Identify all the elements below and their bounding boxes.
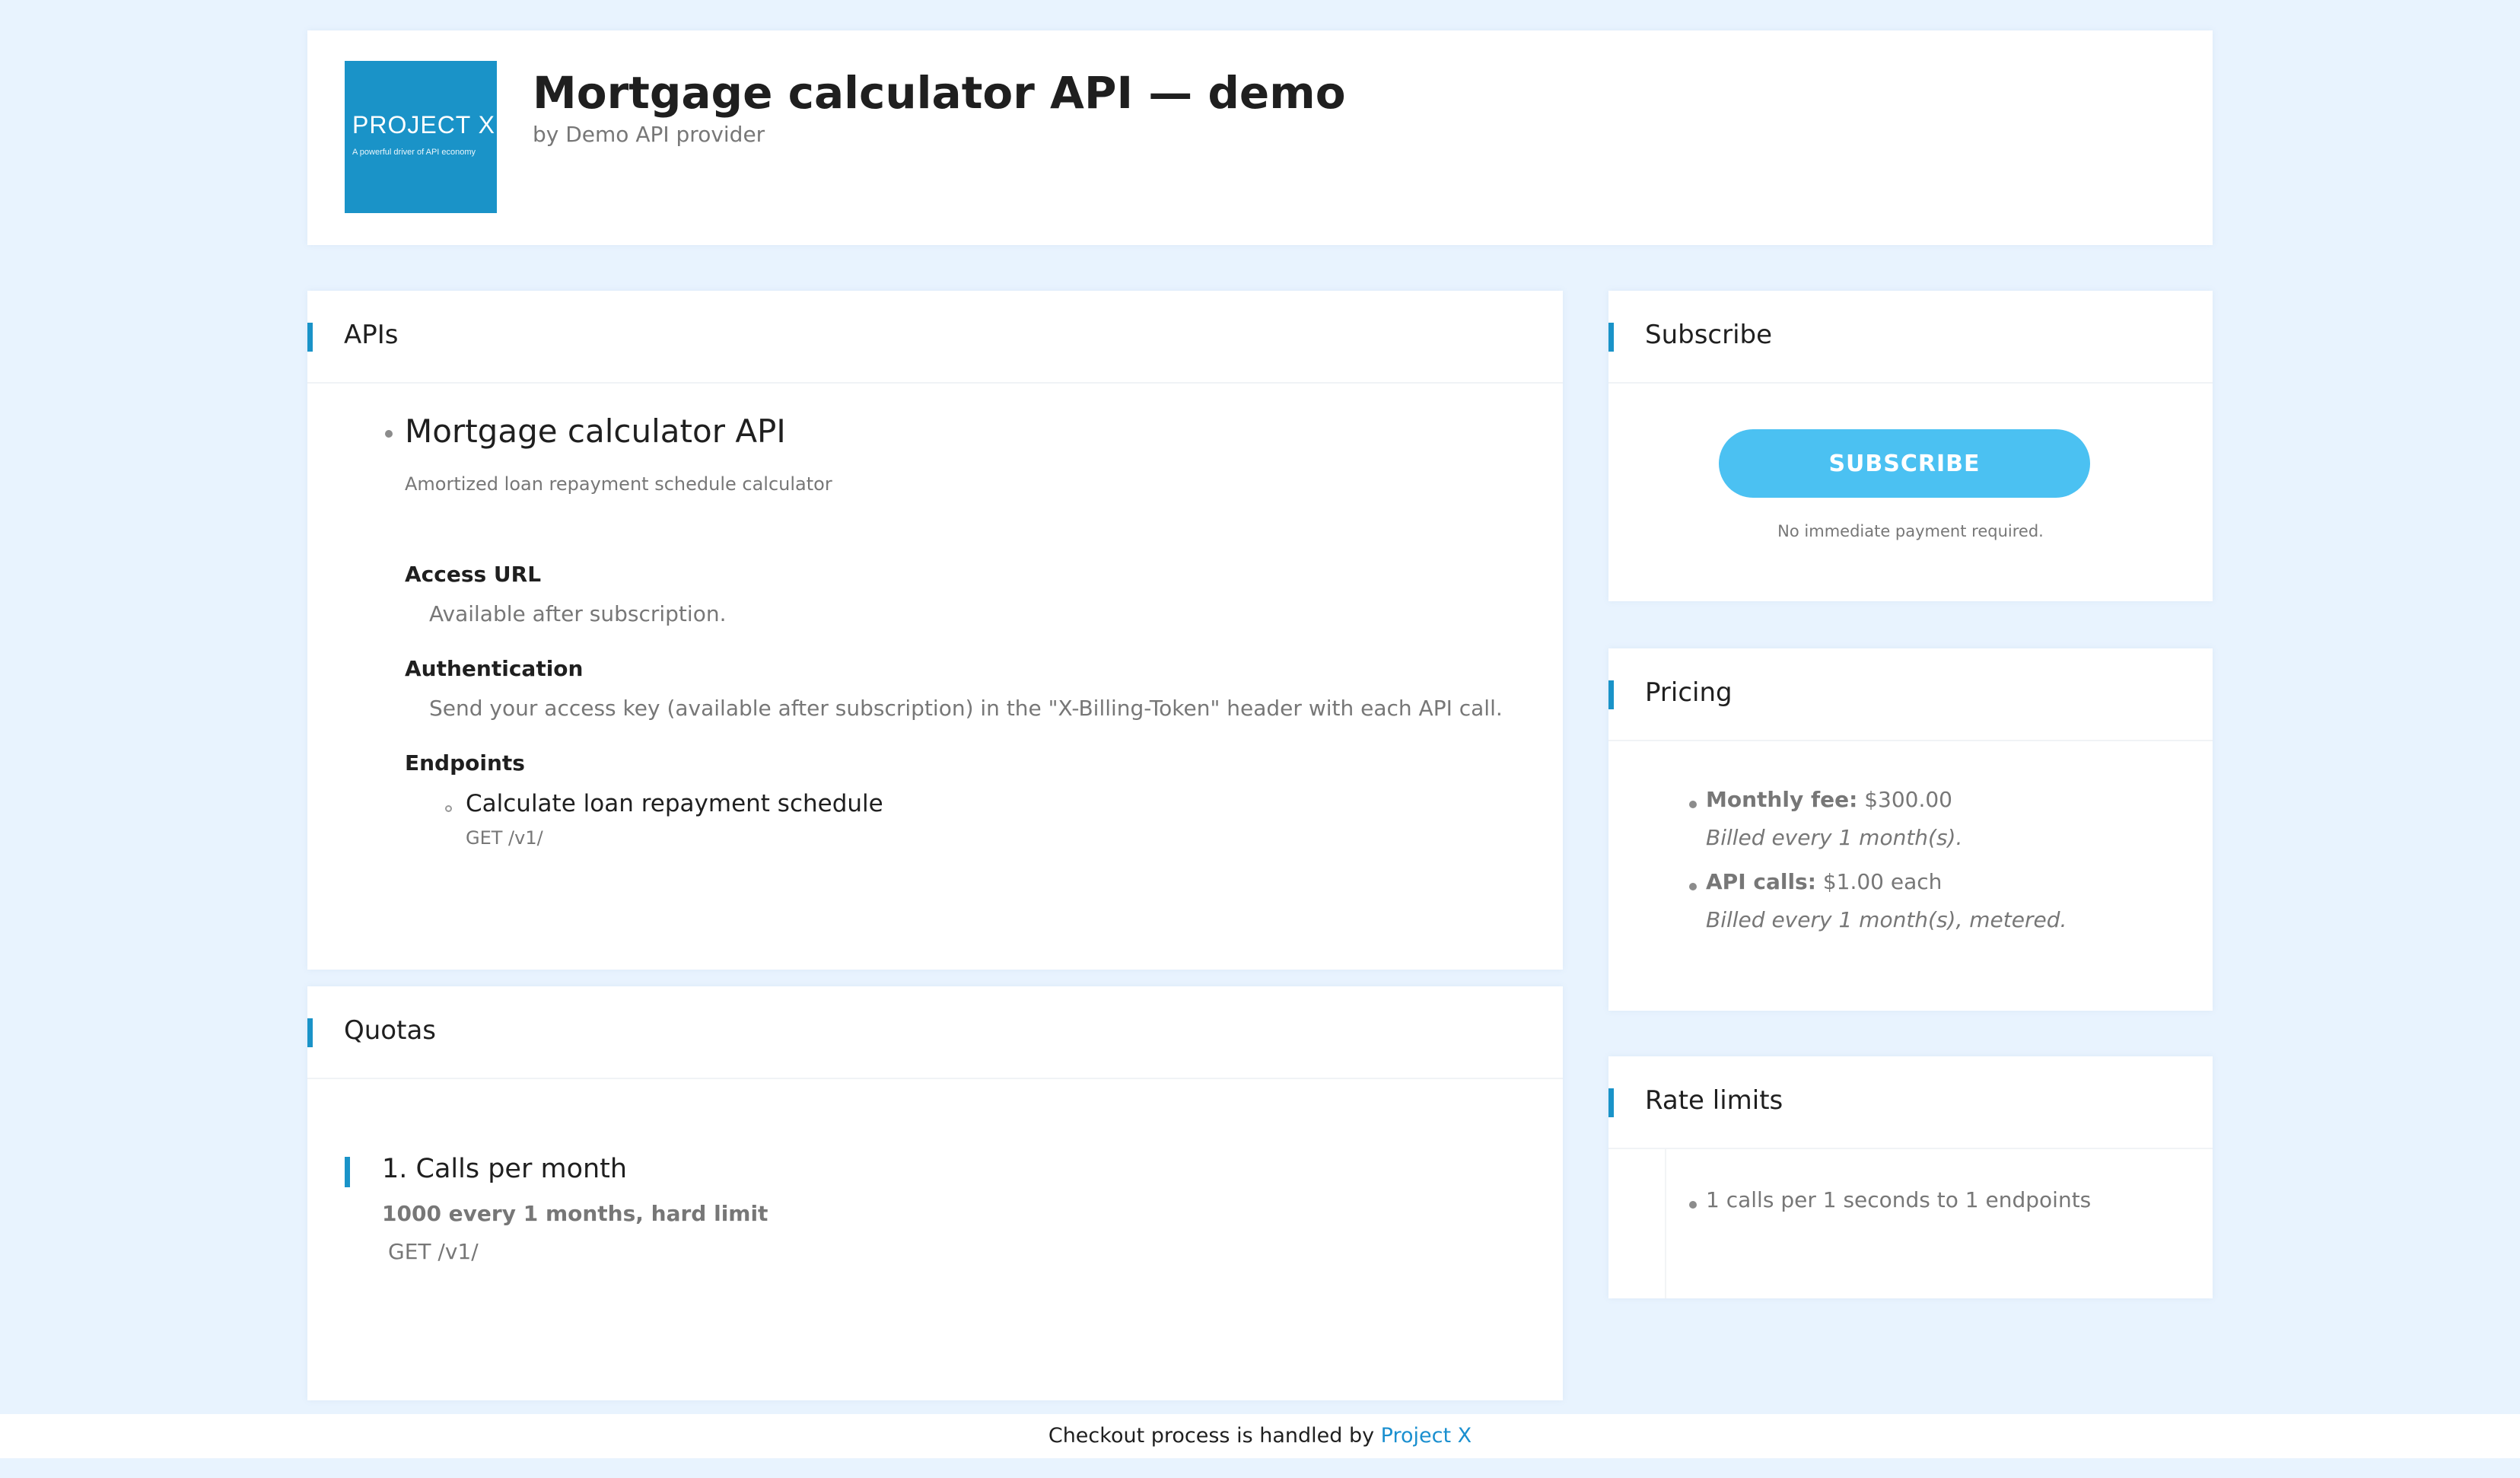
monthly-fee-note: Billed every 1 month(s).	[1706, 825, 1963, 850]
project-x-link[interactable]: Project X	[1381, 1424, 1472, 1448]
pricing-heading: Pricing	[1645, 677, 1732, 708]
footer: Checkout process is handled by Project X	[0, 1414, 2520, 1458]
endpoints-label: Endpoints	[405, 750, 525, 776]
pricing-panel-header: Pricing	[1608, 648, 2213, 741]
quotas-panel-header: Quotas	[307, 986, 1563, 1079]
api-calls-label: API calls:	[1706, 869, 1816, 894]
quotas-panel: Quotas 1. Calls per month 1000 every 1 m…	[307, 986, 1563, 1400]
subscribe-panel-header: Subscribe	[1608, 291, 2213, 384]
payment-note: No immediate payment required.	[1777, 522, 2044, 540]
quota-detail: 1000 every 1 months, hard limit	[382, 1201, 768, 1226]
project-x-logo: PROJECT X A powerful driver of API econo…	[345, 61, 497, 213]
apis-panel-header: APIs	[307, 291, 1563, 384]
monthly-fee-line: Monthly fee: $300.00	[1706, 787, 1952, 812]
quota-path: GET /v1/	[388, 1239, 479, 1264]
subscribe-panel: Subscribe SUBSCRIBE No immediate payment…	[1608, 291, 2213, 601]
rate-limits-panel: Rate limits 1 calls per 1 seconds to 1 e…	[1608, 1056, 2213, 1298]
api-name: Mortgage calculator API	[405, 413, 786, 450]
bullet-icon	[385, 430, 393, 438]
quotas-heading: Quotas	[344, 1015, 436, 1046]
api-calls-note: Billed every 1 month(s), metered.	[1706, 907, 2067, 932]
footer-text: Checkout process is handled by	[1048, 1424, 1381, 1448]
rate-limits-panel-header: Rate limits	[1608, 1056, 2213, 1149]
endpoint-name: Calculate loan repayment schedule	[466, 790, 883, 817]
bullet-icon	[1689, 883, 1697, 890]
page-title: Mortgage calculator API — demo	[533, 67, 1346, 119]
quota-accent-bar	[345, 1157, 350, 1187]
pricing-panel: Pricing Monthly fee: $300.00 Billed ever…	[1608, 648, 2213, 1011]
subscribe-heading: Subscribe	[1645, 320, 1773, 350]
rate-limit-item: 1 calls per 1 seconds to 1 endpoints	[1706, 1187, 2092, 1212]
api-calls-line: API calls: $1.00 each	[1706, 869, 1942, 894]
endpoint-path: GET /v1/	[466, 827, 543, 849]
apis-heading: APIs	[344, 320, 399, 350]
bullet-icon	[1689, 801, 1697, 808]
authentication-label: Authentication	[405, 656, 584, 681]
monthly-fee-label: Monthly fee:	[1706, 787, 1858, 812]
apis-panel: APIs Mortgage calculator API Amortized l…	[307, 291, 1563, 970]
logo-title: PROJECT X	[352, 111, 495, 139]
bullet-icon	[1689, 1201, 1697, 1209]
access-url-label: Access URL	[405, 562, 542, 587]
rate-limits-heading: Rate limits	[1645, 1085, 1783, 1116]
header-card: PROJECT X A powerful driver of API econo…	[307, 30, 2213, 245]
subscribe-button[interactable]: SUBSCRIBE	[1719, 429, 2090, 498]
divider	[1665, 1149, 1666, 1298]
authentication-value: Send your access key (available after su…	[429, 696, 1503, 721]
api-calls-value: $1.00 each	[1815, 869, 1943, 894]
quota-title: 1. Calls per month	[382, 1154, 628, 1184]
api-description: Amortized loan repayment schedule calcul…	[405, 473, 832, 495]
provider-byline: by Demo API provider	[533, 122, 765, 147]
circle-bullet-icon	[445, 805, 452, 812]
logo-subtitle: A powerful driver of API economy	[352, 148, 476, 157]
access-url-value: Available after subscription.	[429, 601, 727, 626]
monthly-fee-value: $300.00	[1857, 787, 1952, 812]
